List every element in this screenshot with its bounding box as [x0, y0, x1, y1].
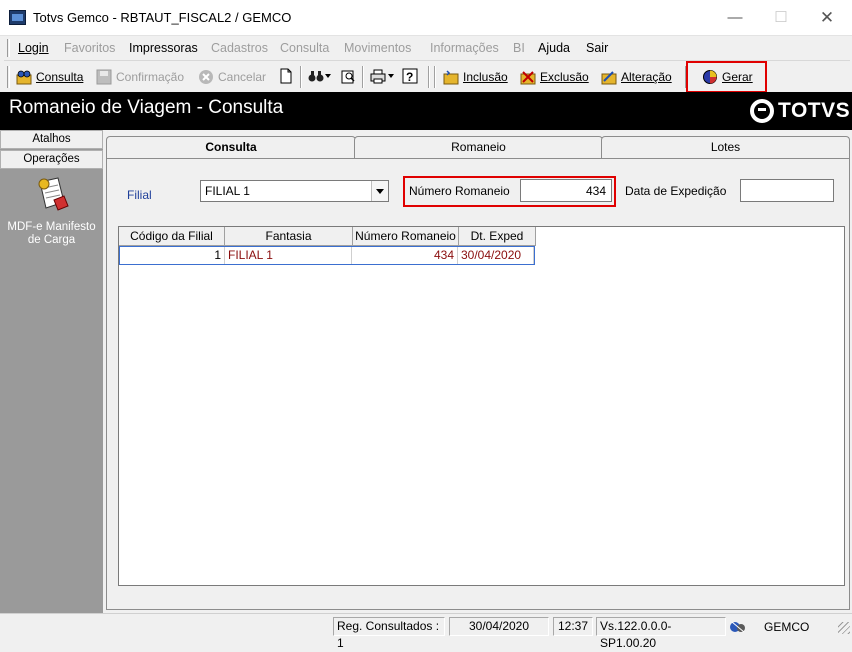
- toolbar-separator: [362, 66, 364, 88]
- alteracao-label: Alteração: [621, 70, 672, 84]
- page-title: Romaneio de Viagem - Consulta: [9, 97, 284, 118]
- printer-dropdown-icon[interactable]: [388, 74, 394, 78]
- numero-romaneio-label: Número Romaneio: [409, 184, 510, 198]
- add-folder-icon: [443, 70, 459, 85]
- mdfe-label-line1: MDF-e Manifesto: [7, 221, 96, 233]
- svg-text:?: ?: [406, 70, 413, 84]
- cell-dt-exped: 30/04/2020: [458, 247, 534, 264]
- table-row[interactable]: 1 FILIAL 1 434 30/04/2020: [119, 246, 535, 265]
- status-user: GEMCO: [764, 620, 810, 634]
- menu-ajuda[interactable]: Ajuda: [538, 41, 570, 55]
- network-icon: [730, 621, 745, 633]
- help-search-icon[interactable]: ?: [402, 68, 418, 84]
- save-icon: [96, 69, 112, 85]
- status-bar: Reg. Consultados : 1 30/04/2020 12:37 Vs…: [0, 613, 852, 650]
- cancelar-label: Cancelar: [218, 70, 267, 84]
- menu-favoritos[interactable]: Favoritos: [64, 41, 115, 55]
- results-grid: Código da Filial Fantasia Número Romanei…: [118, 226, 845, 586]
- tab-romaneio[interactable]: Romaneio: [354, 136, 603, 158]
- toolbar-separator: [428, 66, 430, 88]
- menubar-grip: [7, 39, 10, 57]
- menu-bi[interactable]: BI: [513, 41, 525, 55]
- confirmacao-label: Confirmação: [116, 70, 185, 84]
- delete-folder-icon: [520, 71, 536, 85]
- toolbar-separator: [300, 66, 302, 88]
- close-button[interactable]: ✕: [804, 4, 850, 32]
- alteracao-button[interactable]: Alteração: [601, 68, 672, 86]
- totvs-logo-text: TOTVS: [778, 99, 851, 122]
- column-codigo-filial[interactable]: Código da Filial: [119, 227, 225, 246]
- inclusao-button[interactable]: Inclusão: [443, 68, 508, 86]
- status-version: Vs.122.0.0.0-SP1.00.20: [596, 617, 726, 650]
- menu-login[interactable]: Login: [18, 41, 49, 55]
- window-title: Totvs Gemco - RBTAUT_FISCAL2 / GEMCO: [33, 10, 292, 25]
- atalhos-tab[interactable]: Atalhos: [0, 130, 103, 149]
- manifest-icon: [38, 177, 69, 211]
- menu-consulta[interactable]: Consulta: [280, 41, 329, 55]
- consulta-label: Consulta: [36, 70, 84, 84]
- totvs-logo-icon: [750, 99, 774, 123]
- cell-numero-romaneio: 434: [352, 247, 458, 264]
- totvs-logo: TOTVS: [750, 98, 850, 124]
- tab-consulta[interactable]: Consulta: [106, 136, 356, 159]
- consulta-button[interactable]: Consulta: [16, 68, 83, 86]
- chevron-down-icon[interactable]: [371, 181, 388, 201]
- menu-informacoes[interactable]: Informações: [430, 41, 499, 55]
- operacoes-tab[interactable]: Operações: [0, 150, 103, 169]
- menu-cadastros[interactable]: Cadastros: [211, 41, 268, 55]
- binoculars-dropdown-icon[interactable]: [325, 74, 331, 78]
- tab-lotes[interactable]: Lotes: [601, 136, 850, 158]
- mdfe-label-line2: de Carga: [27, 234, 76, 246]
- grid-header: Código da Filial Fantasia Número Romanei…: [119, 227, 536, 246]
- inclusao-label: Inclusão: [463, 70, 508, 84]
- maximize-button[interactable]: ☐: [758, 4, 804, 32]
- toolbar-separator: [434, 66, 436, 88]
- filial-select[interactable]: FILIAL 1: [200, 180, 389, 202]
- column-numero-romaneio[interactable]: Número Romaneio: [353, 227, 459, 246]
- cancelar-button[interactable]: Cancelar: [198, 68, 266, 86]
- binoculars-icon[interactable]: [308, 68, 324, 84]
- data-expedicao-input[interactable]: [740, 179, 834, 202]
- menu-sair[interactable]: Sair: [586, 41, 608, 55]
- minimize-button[interactable]: —: [712, 4, 758, 32]
- left-panel: Atalhos Operações MDF-e Manifesto de Car…: [0, 130, 103, 613]
- binoculars-folder-icon: [16, 70, 32, 85]
- screen-header: Romaneio de Viagem - Consulta TOTVS: [0, 92, 852, 130]
- content-area: Consulta Romaneio Lotes Filial FILIAL 1 …: [103, 130, 852, 613]
- column-fantasia[interactable]: Fantasia: [225, 227, 353, 246]
- numero-romaneio-input[interactable]: 434: [520, 179, 612, 202]
- data-expedicao-label: Data de Expedição: [625, 184, 727, 198]
- toolbar-grip: [7, 66, 10, 88]
- cancel-icon: [199, 70, 213, 84]
- cell-codigo-filial: 1: [120, 247, 225, 264]
- status-registros: Reg. Consultados : 1: [333, 617, 445, 650]
- exclusao-button[interactable]: Exclusão: [520, 68, 589, 86]
- search-document-icon[interactable]: [340, 68, 356, 84]
- mdfe-manifesto-item[interactable]: MDF-e Manifesto de Carga: [0, 172, 103, 247]
- window-titlebar: Totvs Gemco - RBTAUT_FISCAL2 / GEMCO — ☐…: [0, 0, 852, 36]
- exclusao-label: Exclusão: [540, 70, 589, 84]
- app-icon: [9, 10, 26, 25]
- menu-impressoras[interactable]: Impressoras: [129, 41, 198, 55]
- cell-fantasia: FILIAL 1: [225, 247, 352, 264]
- status-time: 12:37: [553, 617, 593, 636]
- printer-icon[interactable]: [370, 68, 386, 84]
- filial-label: Filial: [127, 188, 152, 202]
- new-document-icon[interactable]: [278, 68, 294, 84]
- resize-grip[interactable]: [838, 622, 850, 634]
- status-date: 30/04/2020: [449, 617, 549, 636]
- filial-select-value: FILIAL 1: [205, 184, 250, 198]
- column-dt-exped[interactable]: Dt. Exped: [459, 227, 536, 246]
- gerar-highlight-box: [686, 61, 767, 93]
- menu-movimentos[interactable]: Movimentos: [344, 41, 411, 55]
- menu-bar: Login Favoritos Impressoras Cadastros Co…: [4, 37, 850, 59]
- confirmacao-button[interactable]: Confirmação: [96, 68, 184, 86]
- edit-folder-icon: [601, 71, 617, 85]
